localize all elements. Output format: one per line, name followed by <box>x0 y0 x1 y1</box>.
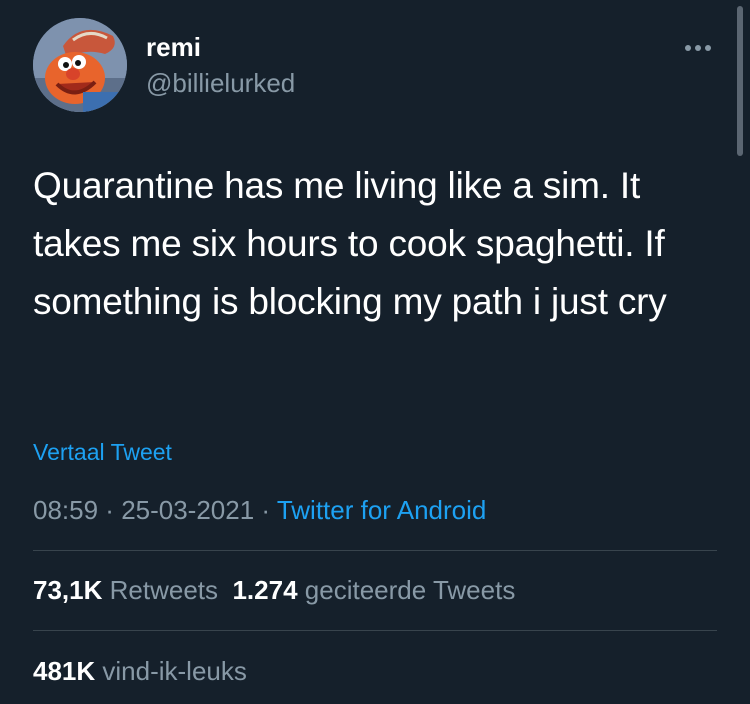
quotes-label: geciteerde Tweets <box>304 575 516 605</box>
stats-row-retweets: 73,1K Retweets 1.274 geciteerde Tweets <box>33 574 515 606</box>
tweet-source-link[interactable]: Twitter for Android <box>277 495 487 525</box>
more-horizontal-icon <box>685 45 691 51</box>
retweets-stat[interactable]: 73,1K Retweets <box>33 575 218 605</box>
tweet-meta: 08:59 · 25-03-2021 · Twitter for Android <box>33 494 486 526</box>
stats-row-likes: 481K vind-ik-leuks <box>33 655 247 687</box>
meta-separator: · <box>98 495 122 525</box>
retweets-count: 73,1K <box>33 575 103 605</box>
likes-count: 481K <box>33 656 96 686</box>
meta-separator: · <box>254 495 277 525</box>
likes-stat[interactable]: 481K vind-ik-leuks <box>33 656 247 686</box>
tweet-text: Quarantine has me living like a sim. It … <box>33 165 667 322</box>
scrollbar[interactable] <box>737 6 743 156</box>
tweet-time: 08:59 <box>33 495 99 525</box>
more-dot <box>695 45 701 51</box>
quote-tweets-stat[interactable]: 1.274 geciteerde Tweets <box>232 575 515 605</box>
retweets-label: Retweets <box>109 575 219 605</box>
more-dot <box>705 45 711 51</box>
quotes-count: 1.274 <box>232 575 298 605</box>
likes-label: vind-ik-leuks <box>102 656 247 686</box>
divider <box>33 550 717 551</box>
more-options-button[interactable] <box>676 34 720 62</box>
translate-tweet-link[interactable]: Vertaal Tweet <box>33 438 172 466</box>
display-name[interactable]: remi <box>146 32 201 62</box>
avatar-image <box>33 18 127 112</box>
divider <box>33 630 717 631</box>
tweet-detail-page: remi @billielurked Quarantine has me liv… <box>0 0 750 704</box>
avatar[interactable] <box>33 18 127 112</box>
tweet-date: 25-03-2021 <box>121 495 255 525</box>
user-handle[interactable]: @billielurked <box>146 68 295 98</box>
